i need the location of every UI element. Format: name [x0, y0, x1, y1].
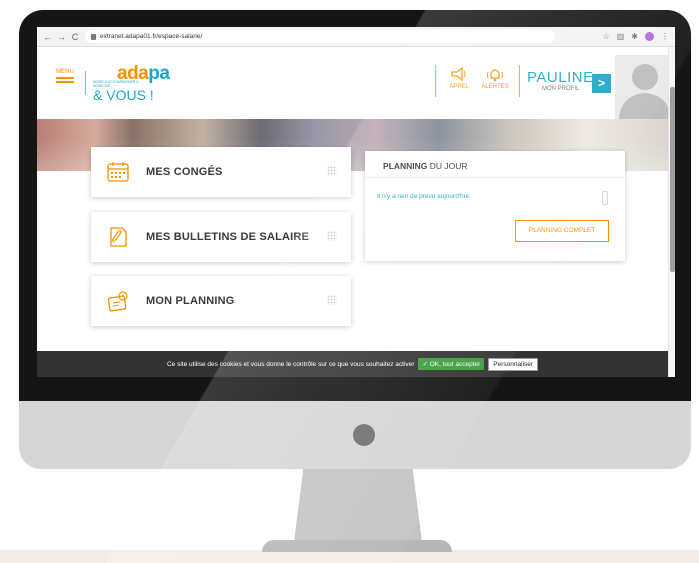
- monitor-stand: [293, 468, 423, 550]
- call-label: APPEL: [449, 84, 469, 90]
- cookie-banner: Ce site utilise des cookies et vous donn…: [37, 351, 668, 377]
- back-icon[interactable]: ←: [43, 32, 52, 42]
- planning-complet-button[interactable]: PLANNING COMPLET: [515, 220, 609, 242]
- page-scrollbar[interactable]: [668, 47, 675, 377]
- tile-mon-planning[interactable]: MON PLANNING: [91, 276, 351, 326]
- tile-label: MES CONGÉS: [146, 166, 223, 178]
- forward-icon[interactable]: →: [57, 32, 66, 42]
- megaphone-icon: [451, 66, 466, 82]
- document-paperclip-icon: [110, 227, 127, 247]
- planning-scrollbar[interactable]: [602, 191, 608, 205]
- bell-icon: [487, 69, 503, 82]
- divider: [435, 65, 436, 97]
- lock-icon: [91, 33, 96, 40]
- tile-label: MES BULLETINS DE SALAIRE: [146, 231, 310, 243]
- profile-arrow-button[interactable]: >: [592, 74, 611, 93]
- tile-label: MON PLANNING: [146, 295, 235, 307]
- user-silhouette-icon: [615, 55, 675, 119]
- divider: [85, 71, 86, 95]
- drag-handle-icon[interactable]: [327, 231, 337, 241]
- planning-du-jour-card: PLANNING DU JOUR Il n'y a rien de prévu …: [365, 151, 625, 261]
- alerts-button[interactable]: ALERTES: [478, 66, 512, 90]
- profile-name[interactable]: PAULINE: [527, 69, 594, 86]
- planning-empty-message: Il n'y a rien de prévu aujourd'hui.: [377, 193, 471, 200]
- adapa-logo[interactable]: adapa AIDER & ACCOMPAGNER À DOMICILE & V…: [93, 63, 183, 107]
- extension-icon[interactable]: ▥: [617, 32, 625, 41]
- call-button[interactable]: APPEL: [442, 66, 476, 90]
- browser-toolbar: ← → C extranet.adapa01.fr/espace-salarie…: [37, 27, 675, 47]
- power-button: [353, 424, 375, 446]
- tile-mes-conges[interactable]: MES CONGÉS: [91, 147, 351, 197]
- menu-label: MENU: [56, 69, 74, 75]
- menu-button[interactable]: MENU: [54, 69, 76, 85]
- reload-icon[interactable]: C: [71, 32, 79, 42]
- hamburger-icon-bar: [56, 81, 74, 83]
- customize-cookies-button[interactable]: Personnaliser: [488, 357, 539, 371]
- planning-icon: [107, 291, 128, 312]
- address-bar[interactable]: extranet.adapa01.fr/espace-salarie/: [85, 30, 555, 43]
- logo-vous: & VOUS !: [93, 87, 154, 103]
- tile-mes-bulletins[interactable]: MES BULLETINS DE SALAIRE: [91, 212, 351, 262]
- planning-title-rest: DU JOUR: [427, 161, 468, 171]
- profile-icon[interactable]: [645, 32, 654, 41]
- monitor-mockup: ← → C extranet.adapa01.fr/espace-salarie…: [0, 0, 699, 563]
- drag-handle-icon[interactable]: [327, 295, 337, 305]
- alerts-label: ALERTES: [481, 84, 509, 90]
- url-text: extranet.adapa01.fr/espace-salarie/: [100, 33, 203, 40]
- divider: [519, 65, 520, 97]
- avatar[interactable]: [615, 55, 675, 119]
- drag-handle-icon[interactable]: [327, 166, 337, 176]
- hamburger-icon: [56, 77, 74, 79]
- more-icon[interactable]: ⋮: [661, 32, 669, 41]
- puzzle-icon[interactable]: ✱: [631, 32, 638, 41]
- calendar-icon: [107, 162, 129, 182]
- divider: [365, 177, 625, 178]
- accept-cookies-button[interactable]: ✓ OK, tout accepter: [418, 358, 485, 370]
- cookie-message: Ce site utilise des cookies et vous donn…: [166, 360, 415, 368]
- profile-link[interactable]: MON PROFIL: [542, 86, 579, 92]
- scrollbar-thumb[interactable]: [670, 87, 675, 272]
- planning-title: PLANNING DU JOUR: [383, 161, 468, 171]
- site-header: MENU adapa AIDER & ACCOMPAGNER À DOMICIL…: [37, 47, 675, 119]
- screen: ← → C extranet.adapa01.fr/espace-salarie…: [37, 27, 675, 377]
- planning-title-strong: PLANNING: [383, 161, 428, 171]
- logo-word-b: pa: [148, 63, 170, 84]
- star-icon[interactable]: ☆: [603, 32, 610, 41]
- monitor-stand-base: [262, 540, 452, 552]
